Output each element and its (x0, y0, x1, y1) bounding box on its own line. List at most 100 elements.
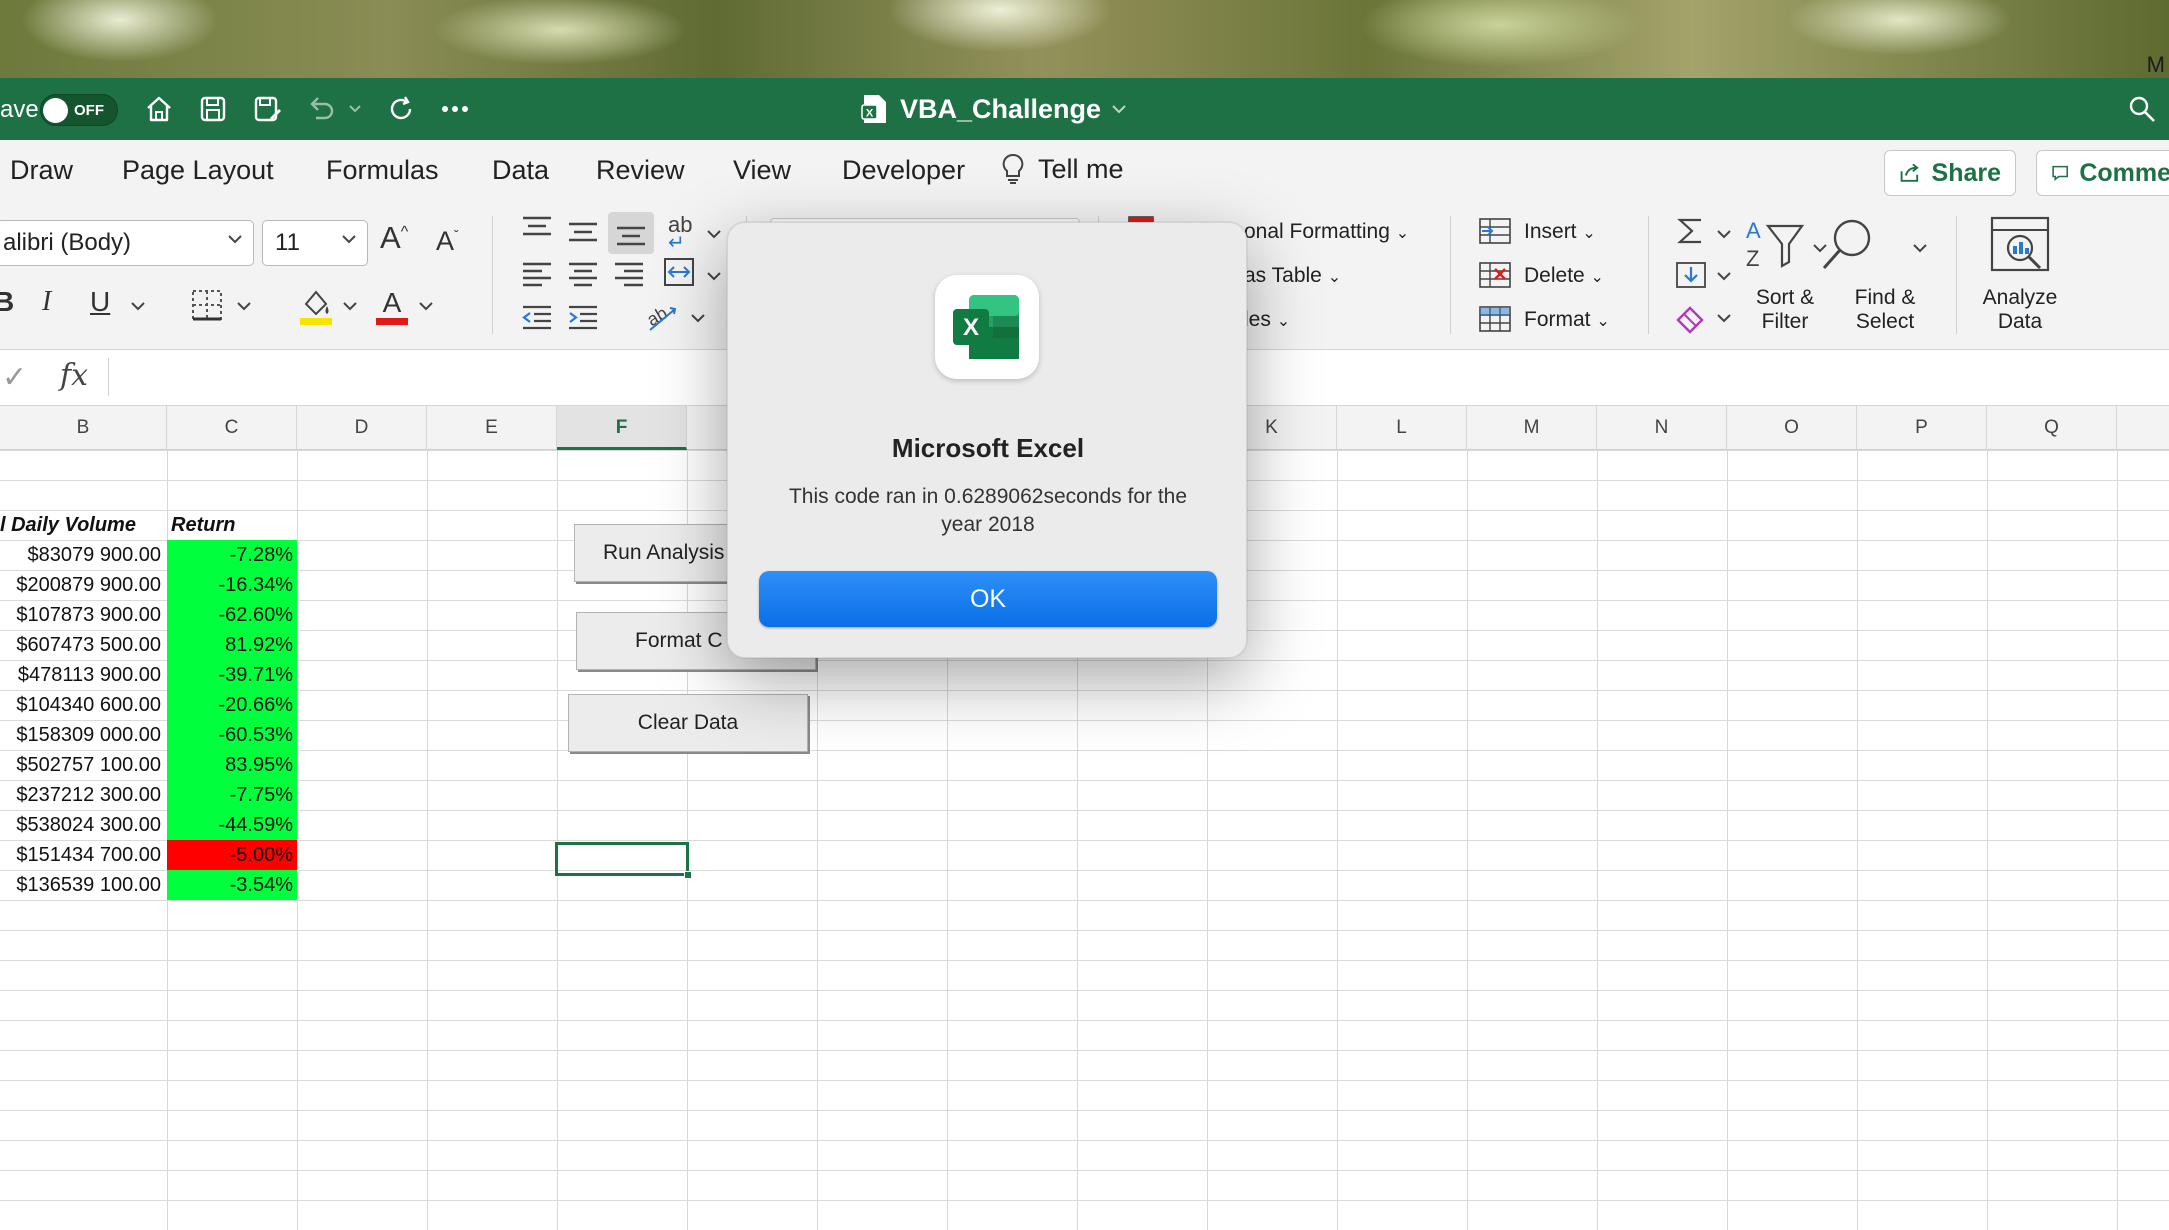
align-bottom-button[interactable] (608, 212, 654, 254)
home-icon[interactable] (142, 92, 176, 126)
volume-cell[interactable]: $237212 300.00 (0, 780, 167, 810)
chevron-down-icon[interactable] (1716, 228, 1732, 240)
format-button[interactable]: Format ⌄ (1524, 308, 1610, 332)
check-icon[interactable]: ✓ (2, 360, 27, 395)
document-title-area[interactable]: X VBA_Challenge (860, 90, 1127, 128)
tab-developer[interactable]: Developer (842, 155, 965, 186)
chevron-down-icon[interactable] (1912, 242, 1928, 254)
insert-function-button[interactable]: fx (60, 358, 88, 393)
tab-data[interactable]: Data (492, 155, 549, 186)
save-as-icon[interactable] (250, 92, 284, 126)
underline-button[interactable]: U (90, 286, 110, 318)
header-volume[interactable]: l Daily Volume (0, 510, 167, 540)
cell-styles-button[interactable]: les ⌄ (1244, 308, 1290, 332)
chevron-down-icon[interactable] (342, 300, 358, 312)
tab-page-layout[interactable]: Page Layout (122, 155, 274, 186)
return-cell[interactable]: -44.59% (167, 810, 297, 840)
sort-filter-button[interactable]: Sort & Filter (1746, 286, 1824, 334)
clear-data-button[interactable]: Clear Data (568, 694, 808, 752)
increase-indent-icon[interactable] (566, 302, 600, 332)
increase-font-size-button[interactable]: A^ (380, 220, 408, 256)
volume-cell[interactable]: $136539 100.00 (0, 870, 167, 900)
autosum-icon[interactable] (1674, 214, 1708, 248)
chevron-down-icon[interactable] (236, 300, 252, 312)
delete-button[interactable]: Delete ⌄ (1524, 264, 1604, 288)
return-cell[interactable]: -16.34% (167, 570, 297, 600)
volume-cell[interactable]: $151434 700.00 (0, 840, 167, 870)
decrease-font-size-button[interactable]: Aˇ (436, 226, 459, 257)
find-select-icon[interactable] (1818, 214, 1878, 274)
align-middle-icon[interactable] (566, 218, 600, 248)
return-cell[interactable]: 81.92% (167, 630, 297, 660)
merge-center-icon[interactable] (662, 256, 696, 288)
tab-view[interactable]: View (733, 155, 791, 186)
delete-cells-icon[interactable] (1478, 260, 1512, 290)
column-header-o[interactable]: O (1727, 406, 1857, 450)
italic-button[interactable]: I (42, 286, 51, 318)
sort-filter-icon[interactable]: AZ (1744, 216, 1810, 272)
column-header-p[interactable]: P (1857, 406, 1987, 450)
chevron-down-icon[interactable] (1716, 312, 1732, 324)
chevron-down-icon[interactable] (706, 270, 722, 282)
save-icon[interactable] (196, 92, 230, 126)
insert-button[interactable]: Insert ⌄ (1524, 220, 1596, 244)
column-header-n[interactable]: N (1597, 406, 1727, 450)
align-center-icon[interactable] (566, 258, 600, 288)
font-size-box[interactable]: 11 (262, 220, 368, 266)
find-select-button[interactable]: Find & Select (1846, 286, 1924, 334)
column-header-c[interactable]: C (167, 406, 297, 450)
volume-cell[interactable]: $478113 900.00 (0, 660, 167, 690)
bold-button[interactable]: B (0, 286, 14, 318)
column-header-b[interactable]: B (0, 406, 167, 450)
run-analysis-button[interactable]: Run Analysis (574, 524, 736, 582)
volume-cell[interactable]: $200879 900.00 (0, 570, 167, 600)
fill-color-icon[interactable] (298, 284, 334, 326)
volume-cell[interactable]: $158309 000.00 (0, 720, 167, 750)
return-cell[interactable]: -3.54% (167, 870, 297, 900)
redo-icon[interactable] (384, 92, 418, 126)
return-cell[interactable]: 83.95% (167, 750, 297, 780)
tab-review[interactable]: Review (596, 155, 685, 186)
chevron-down-icon[interactable] (130, 300, 146, 312)
column-header-d[interactable]: D (297, 406, 427, 450)
return-cell[interactable]: -7.28% (167, 540, 297, 570)
tab-draw[interactable]: Draw (10, 155, 73, 186)
format-cells-icon[interactable] (1478, 304, 1512, 334)
return-cell[interactable]: -7.75% (167, 780, 297, 810)
chevron-down-icon[interactable] (690, 312, 706, 324)
tab-formulas[interactable]: Formulas (326, 155, 439, 186)
column-header-e[interactable]: E (427, 406, 557, 450)
orientation-icon[interactable]: ab (644, 300, 680, 334)
wrap-text-button[interactable]: ab ↵ (668, 212, 692, 255)
chevron-down-icon[interactable] (706, 228, 722, 240)
return-cell[interactable]: -20.66% (167, 690, 297, 720)
align-top-icon[interactable] (520, 214, 554, 244)
analyze-data-button[interactable]: Analyze Data (1972, 286, 2068, 334)
return-cell[interactable]: -5.00% (167, 840, 297, 870)
active-cell-selection[interactable] (555, 842, 692, 879)
chevron-down-icon[interactable] (1716, 270, 1732, 282)
return-cell[interactable]: -39.71% (167, 660, 297, 690)
font-name-box[interactable]: alibri (Body) (0, 220, 254, 266)
align-right-icon[interactable] (612, 258, 646, 288)
column-header-q[interactable]: Q (1987, 406, 2117, 450)
tell-me-search[interactable]: Tell me (1000, 152, 1124, 186)
ok-button[interactable]: OK (759, 571, 1217, 627)
return-cell[interactable]: -60.53% (167, 720, 297, 750)
font-color-icon[interactable]: A (374, 284, 410, 326)
autosave-toggle[interactable]: OFF (40, 94, 118, 126)
analyze-data-icon[interactable] (1988, 214, 2052, 278)
undo-icon[interactable] (304, 92, 338, 126)
clear-eraser-icon[interactable] (1674, 302, 1708, 334)
insert-cells-icon[interactable] (1478, 216, 1512, 246)
volume-cell[interactable]: $502757 100.00 (0, 750, 167, 780)
fill-down-icon[interactable] (1674, 260, 1708, 290)
header-return[interactable]: Return (167, 510, 297, 540)
return-cell[interactable]: -62.60% (167, 600, 297, 630)
fill-handle[interactable] (684, 871, 692, 879)
undo-dropdown-icon[interactable] (344, 92, 366, 126)
column-header-f[interactable]: F (557, 406, 687, 450)
more-icon[interactable] (438, 92, 472, 126)
column-header-l[interactable]: L (1337, 406, 1467, 450)
volume-cell[interactable]: $538024 300.00 (0, 810, 167, 840)
